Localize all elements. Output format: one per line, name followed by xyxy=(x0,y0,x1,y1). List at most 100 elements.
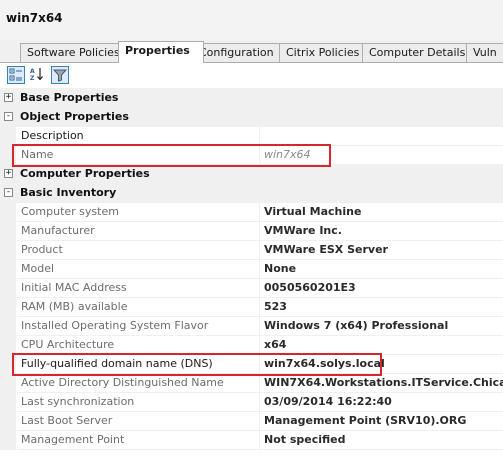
property-row-os-flavor[interactable]: Installed Operating System Flavor Window… xyxy=(0,317,503,336)
expand-icon[interactable]: + xyxy=(4,169,13,178)
property-row-initial-mac-address[interactable]: Initial MAC Address 0050560201E3 xyxy=(0,279,503,298)
category-object-properties[interactable]: - Object Properties xyxy=(0,108,503,127)
property-value: WIN7X64.Workstations.ITService.Chicago.s xyxy=(264,376,503,389)
property-row-model[interactable]: Model None xyxy=(0,260,503,279)
property-name-cell: CPU Architecture xyxy=(17,336,260,355)
property-name: Management Point xyxy=(21,433,125,446)
row-gutter xyxy=(0,127,16,146)
property-name-cell: Name xyxy=(17,146,260,165)
property-name-cell: Computer system xyxy=(17,203,260,222)
property-value-cell[interactable]: 523 xyxy=(260,298,503,317)
expand-icon[interactable]: + xyxy=(4,93,13,102)
property-row-ram[interactable]: RAM (MB) available 523 xyxy=(0,298,503,317)
row-gutter xyxy=(0,298,16,317)
property-name: RAM (MB) available xyxy=(21,300,128,313)
property-row-computer-system[interactable]: Computer system Virtual Machine xyxy=(0,203,503,222)
property-value: Not specified xyxy=(264,433,346,446)
category-base-properties[interactable]: + Base Properties xyxy=(0,89,503,108)
property-name: Name xyxy=(21,148,54,161)
property-name: Manufacturer xyxy=(21,224,95,237)
property-value-cell[interactable]: WIN7X64.Workstations.ITService.Chicago.s xyxy=(260,374,503,393)
property-name-cell: Product xyxy=(17,241,260,260)
row-gutter xyxy=(0,412,16,431)
property-row-ad-distinguished-name[interactable]: Active Directory Distinguished Name WIN7… xyxy=(0,374,503,393)
categorized-view-icon xyxy=(9,68,22,81)
property-name-cell: Fully-qualified domain name (DNS) xyxy=(17,355,260,374)
property-value-cell[interactable]: x64 xyxy=(260,336,503,355)
window-title: win7x64 xyxy=(6,11,63,25)
property-value-cell[interactable]: Virtual Machine xyxy=(260,203,503,222)
property-value: VMWare Inc. xyxy=(264,224,342,237)
row-gutter xyxy=(0,431,16,450)
property-value-cell[interactable]: 0050560201E3 xyxy=(260,279,503,298)
property-value-cell[interactable]: None xyxy=(260,260,503,279)
row-gutter xyxy=(0,241,16,260)
tab-properties[interactable]: Properties xyxy=(118,41,204,63)
row-gutter xyxy=(0,317,16,336)
property-name: Computer system xyxy=(21,205,119,218)
collapse-icon[interactable]: - xyxy=(4,188,13,197)
property-value-cell[interactable]: Not specified xyxy=(260,431,503,450)
property-name-cell: Management Point xyxy=(17,431,260,450)
property-name: Last synchronization xyxy=(21,395,135,408)
property-value: VMWare ESX Server xyxy=(264,243,388,256)
property-value-cell[interactable]: win7x64.solys.local xyxy=(260,355,503,374)
row-gutter xyxy=(0,393,16,412)
property-value: 0050560201E3 xyxy=(264,281,356,294)
property-value-cell[interactable]: VMWare Inc. xyxy=(260,222,503,241)
tab-computer-details[interactable]: Computer Details xyxy=(362,43,469,62)
property-value-cell[interactable]: Windows 7 (x64) Professional xyxy=(260,317,503,336)
property-name: Active Directory Distinguished Name xyxy=(21,376,224,389)
property-row-last-synchronization[interactable]: Last synchronization 03/09/2014 16:22:40 xyxy=(0,393,503,412)
collapse-icon[interactable]: - xyxy=(4,112,13,121)
category-basic-inventory[interactable]: - Basic Inventory xyxy=(0,184,503,203)
property-name-cell: RAM (MB) available xyxy=(17,298,260,317)
property-name-cell: Description xyxy=(17,127,260,146)
property-name-cell: Manufacturer xyxy=(17,222,260,241)
tab-software-policies[interactable]: Software Policies xyxy=(20,43,127,62)
property-name: Installed Operating System Flavor xyxy=(21,319,209,332)
property-row-management-point[interactable]: Management Point Not specified xyxy=(0,431,503,450)
row-gutter xyxy=(0,279,16,298)
category-label: Basic Inventory xyxy=(20,186,117,199)
property-name-cell: Initial MAC Address xyxy=(17,279,260,298)
property-row-product[interactable]: Product VMWare ESX Server xyxy=(0,241,503,260)
property-name: Model xyxy=(21,262,55,275)
tab-citrix-policies[interactable]: Citrix Policies xyxy=(279,43,364,62)
property-value-cell[interactable] xyxy=(260,127,503,146)
title-bar: win7x64 xyxy=(0,0,503,41)
property-value: win7x64 xyxy=(264,148,311,161)
property-name-cell: Model xyxy=(17,260,260,279)
property-row-manufacturer[interactable]: Manufacturer VMWare Inc. xyxy=(0,222,503,241)
categorized-view-button[interactable] xyxy=(7,66,25,84)
sort-alphabetical-button[interactable]: A Z xyxy=(29,66,47,84)
category-label: Object Properties xyxy=(20,110,129,123)
property-value-cell[interactable]: 03/09/2014 16:22:40 xyxy=(260,393,503,412)
property-row-name[interactable]: Name win7x64 xyxy=(0,146,503,165)
row-gutter xyxy=(0,146,16,165)
row-gutter xyxy=(0,355,16,374)
tab-configuration[interactable]: Configuration xyxy=(192,43,282,62)
tab-vuln[interactable]: Vuln xyxy=(466,43,503,62)
property-name: Initial MAC Address xyxy=(21,281,127,294)
tab-strip: Software Policies Properties Configurati… xyxy=(0,40,503,63)
property-value-cell[interactable]: VMWare ESX Server xyxy=(260,241,503,260)
property-toolbar: A Z xyxy=(0,63,503,88)
property-value: x64 xyxy=(264,338,287,351)
row-gutter xyxy=(0,336,16,355)
property-row-last-boot-server[interactable]: Last Boot Server Management Point (SRV10… xyxy=(0,412,503,431)
property-value: 523 xyxy=(264,300,287,313)
filter-icon xyxy=(53,69,67,82)
property-value: Management Point (SRV10).ORG xyxy=(264,414,467,427)
property-grid: + Base Properties - Object Properties De… xyxy=(0,89,503,457)
property-name: Product xyxy=(21,243,63,256)
property-value-cell[interactable]: win7x64 xyxy=(260,146,503,165)
property-value-cell[interactable]: Management Point (SRV10).ORG xyxy=(260,412,503,431)
row-gutter xyxy=(0,203,16,222)
property-row-description[interactable]: Description xyxy=(0,127,503,146)
category-label: Computer Properties xyxy=(20,167,150,180)
filter-button[interactable] xyxy=(51,66,69,84)
category-computer-properties[interactable]: + Computer Properties xyxy=(0,165,503,184)
property-row-cpu-architecture[interactable]: CPU Architecture x64 xyxy=(0,336,503,355)
property-row-fqdn[interactable]: Fully-qualified domain name (DNS) win7x6… xyxy=(0,355,503,374)
